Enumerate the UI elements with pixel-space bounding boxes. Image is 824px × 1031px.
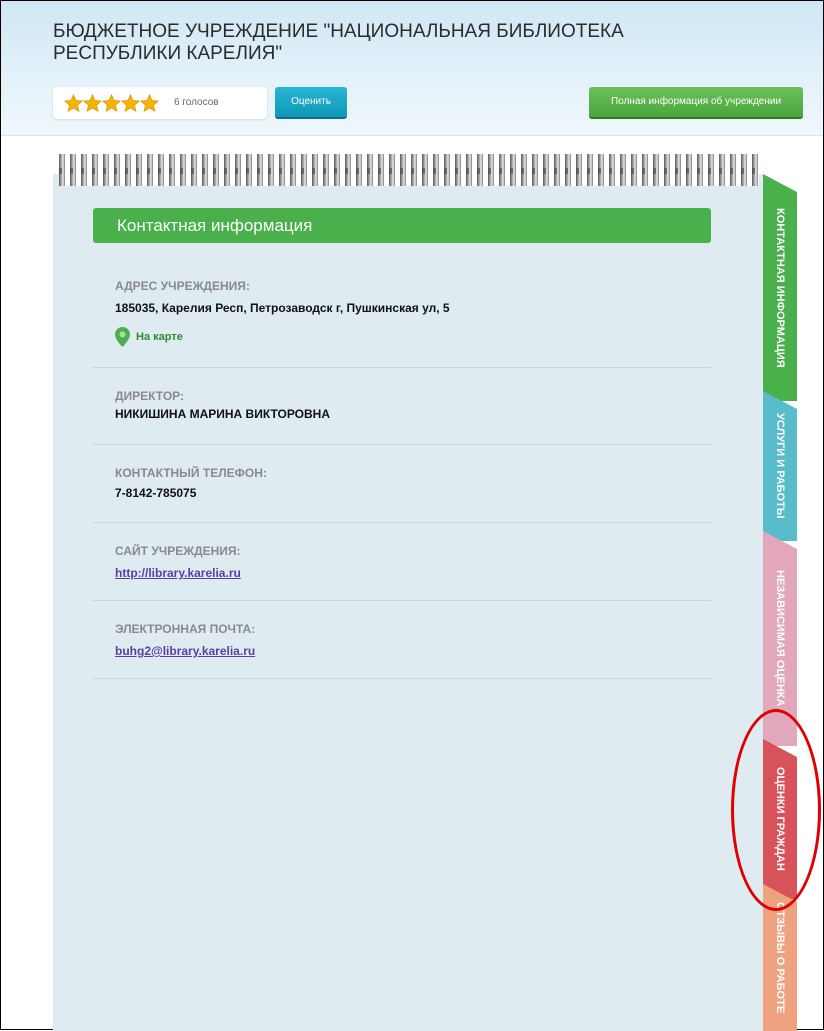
site-block: САЙТ УЧРЕЖДЕНИЯ: http://library.karelia.… [93, 522, 711, 601]
star-icon[interactable] [120, 93, 141, 114]
director-label: ДИРЕКТОР: [115, 389, 185, 403]
rate-button[interactable]: Оценить [275, 87, 347, 117]
tab-contact-info[interactable]: КОНТАКТНАЯ ИНФОРМАЦИЯ [763, 174, 797, 401]
star-icon[interactable] [101, 93, 122, 114]
star-icon[interactable] [82, 93, 103, 114]
notebook-spiral [59, 154, 759, 186]
rating-stars[interactable] [63, 93, 160, 114]
director-value: НИКИШИНА МАРИНА ВИКТОРОВНА [115, 407, 331, 421]
phone-block: КОНТАКТНЫЙ ТЕЛЕФОН: 7-8142-785075 [93, 444, 711, 523]
map-pin-icon [115, 327, 130, 347]
section-title: Контактная информация [93, 208, 711, 243]
site-link[interactable]: http://library.karelia.ru [115, 566, 241, 580]
director-block: ДИРЕКТОР: НИКИШИНА МАРИНА ВИКТОРОВНА [93, 367, 711, 445]
page-header: БЮДЖЕТНОЕ УЧРЕЖДЕНИЕ "НАЦИОНАЛЬНАЯ БИБЛИ… [1, 1, 823, 136]
map-link-label[interactable]: На карте [136, 331, 183, 343]
votes-count: 6 голосов [174, 97, 219, 108]
email-block: ЭЛЕКТРОННАЯ ПОЧТА: buhg2@library.karelia… [93, 600, 711, 679]
address-value: 185035, Карелия Респ, Петрозаводск г, Пу… [115, 301, 450, 315]
institution-title: БЮДЖЕТНОЕ УЧРЕЖДЕНИЕ "НАЦИОНАЛЬНАЯ БИБЛИ… [53, 21, 624, 64]
star-icon[interactable] [63, 93, 84, 114]
map-link[interactable]: На карте [115, 327, 183, 347]
email-label: ЭЛЕКТРОННАЯ ПОЧТА: [115, 622, 256, 636]
phone-label: КОНТАКТНЫЙ ТЕЛЕФОН: [115, 466, 267, 480]
address-block: АДРЕС УЧРЕЖДЕНИЯ: 185035, Карелия Респ, … [93, 263, 711, 368]
phone-value: 7-8142-785075 [115, 486, 197, 500]
highlight-circle [731, 709, 821, 911]
tab-services[interactable]: УСЛУГИ И РАБОТЫ [763, 391, 797, 541]
site-label: САЙТ УЧРЕЖДЕНИЯ: [115, 544, 241, 558]
address-label: АДРЕС УЧРЕЖДЕНИЯ: [115, 279, 250, 293]
rating-widget: 6 голосов [53, 87, 267, 119]
email-link[interactable]: buhg2@library.karelia.ru [115, 644, 255, 658]
full-info-button[interactable]: Полная информация об учреждении [589, 87, 803, 117]
star-icon[interactable] [139, 93, 160, 114]
